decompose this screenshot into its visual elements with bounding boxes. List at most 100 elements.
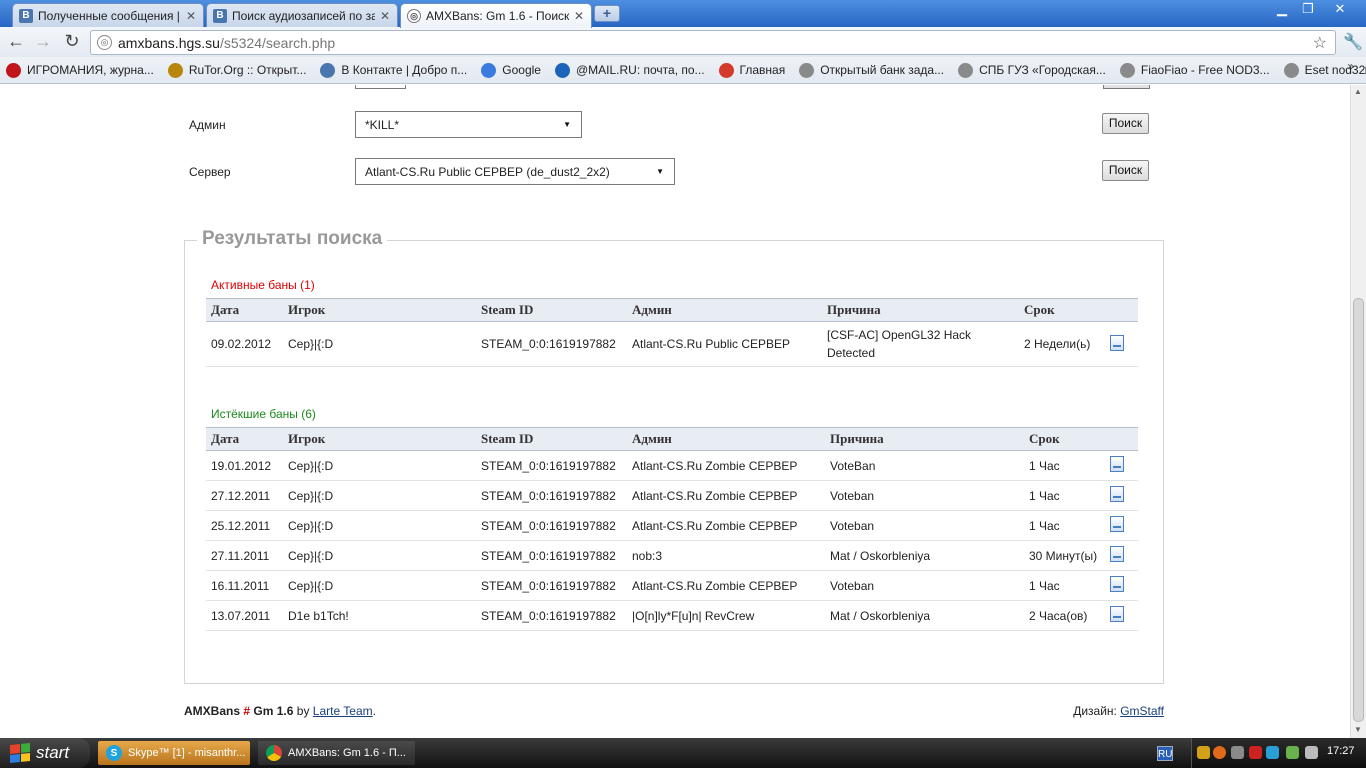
bookmarks-bar: ИГРОМАНИЯ, журна... RuTor.Org :: Открыт..… [0,57,1366,84]
bookmark-item[interactable]: FiaoFiao - Free NOD3... [1119,62,1270,78]
details-cell[interactable] [1105,480,1138,511]
filter-server-row: Сервер Atlant-CS.Ru Public СЕРВЕР (de_du… [189,158,1149,186]
tab-strip: B Полученные сообщения | 14 ✕ B Поиск ау… [0,0,1366,28]
table-row[interactable]: 13.07.2011 D1e b1Tch! STEAM_0:0:1619197882… [206,600,1138,631]
tray-app-icon[interactable] [1213,746,1226,759]
table-row[interactable]: 25.12.2011 Сер}|{:D STEAM_0:0:1619197882 At… [206,510,1138,541]
table-row[interactable]: 27.11.2011 Сер}|{:D STEAM_0:0:1619197882 no… [206,540,1138,571]
cutoff-select[interactable] [355,85,406,89]
tab-messages[interactable]: B Полученные сообщения | 14 ✕ [12,3,204,27]
page-viewport: Админ *KILL* ▼ Поиск Сервер Atlant-CS.Ru… [0,85,1350,738]
column-header: Дата [206,427,283,451]
minimize-button[interactable]: ▁ [1268,0,1296,18]
details-icon[interactable] [1110,576,1124,592]
bookmark-item[interactable]: Открытый банк зада... [799,62,944,78]
scroll-up-icon[interactable]: ▲ [1354,87,1362,96]
start-label: start [36,743,70,762]
start-button[interactable]: start [0,738,90,768]
details-icon[interactable] [1110,546,1124,562]
close-icon[interactable]: ✕ [573,9,585,23]
bookmark-label: ИГРОМАНИЯ, журна... [27,63,154,77]
bookmark-item[interactable]: RuTor.Org :: Открыт... [167,62,306,78]
bookmark-item[interactable]: Google [481,62,541,78]
back-button[interactable]: ← [4,30,28,54]
table-cell: 1 Час [1024,450,1105,481]
table-row[interactable]: 09.02.2012 Сер}|{:D STEAM_0:0:1619197882 At… [206,321,1138,367]
new-tab-button[interactable]: + [594,5,620,22]
server-search-button[interactable]: Поиск [1102,160,1149,181]
dropdown-arrow-icon: ▼ [656,167,664,176]
details-icon[interactable] [1110,456,1124,472]
globe-icon: ◎ [407,9,421,23]
tab-audio-search[interactable]: B Поиск аудиозаписей по запр ✕ [206,3,398,27]
table-cell: 27.11.2011 [206,540,283,571]
column-header: Steam ID [476,427,627,451]
scroll-down-icon[interactable]: ▼ [1354,725,1362,734]
wrench-icon[interactable]: 🔧 [1343,32,1363,52]
table-cell: Atlant-CS.Ru Zombie СЕРВЕР [627,450,825,481]
table-cell: Сер}|{:D [283,540,476,571]
close-icon[interactable]: ✕ [379,9,391,23]
table-header-row: Дата Игрок Steam ID Админ Причина Срок [206,298,1138,322]
bookmarks-more-button[interactable]: » [1347,59,1354,73]
igromania-icon [6,62,21,78]
table-cell: Atlant-CS.Ru Zombie СЕРВЕР [627,480,825,511]
rutor-icon [167,62,183,78]
tray-app-icon[interactable] [1249,746,1262,759]
reload-button[interactable]: ↻ [60,30,84,54]
table-cell: Mat / Oskorbleniya [825,600,1024,631]
table-cell: 27.12.2011 [206,480,283,511]
details-cell[interactable] [1105,510,1138,541]
page-footer: AMXBans # Gm 1.6 by Larte Team. Дизайн: … [184,704,1164,718]
design-link[interactable]: GmStaff [1120,704,1164,718]
taskbar-skype[interactable]: S Skype™ [1] - misanthr... [98,741,250,765]
printer-icon[interactable] [1305,746,1318,759]
table-row[interactable]: 19.01.2012 Сер}|{:D STEAM_0:0:1619197882 At… [206,450,1138,481]
details-cell[interactable] [1105,570,1138,601]
server-select[interactable]: Atlant-CS.Ru Public СЕРВЕР (de_dust2_2x2… [355,158,675,185]
skype-icon: S [106,745,122,761]
tray-app-icon[interactable] [1266,746,1279,759]
details-icon[interactable] [1110,486,1124,502]
admin-search-button[interactable]: Поиск [1102,113,1149,134]
cutoff-search-button[interactable] [1103,85,1150,89]
table-cell: STEAM_0:0:1619197882 [476,480,627,511]
details-icon[interactable] [1110,334,1124,351]
table-cell: Voteban [825,510,1024,541]
bookmark-item[interactable]: Главная [718,62,785,78]
details-cell[interactable] [1105,600,1138,631]
footer-version: Gm 1.6 [253,704,294,718]
close-icon[interactable]: ✕ [185,9,197,23]
page-scrollbar[interactable]: ▲ ▼ [1350,85,1366,738]
admin-select[interactable]: *KILL* ▼ [355,111,582,138]
taskbar-chrome[interactable]: AMXBans: Gm 1.6 - П... [258,741,415,765]
table-row[interactable]: 27.12.2011 Сер}|{:D STEAM_0:0:1619197882 At… [206,480,1138,511]
bookmark-item[interactable]: @MAIL.RU: почта, по... [554,62,705,78]
tray-app-icon[interactable] [1197,746,1210,759]
address-bar[interactable]: ◎ amxbans.hgs.su/s5324/search.php ☆ [90,30,1336,55]
language-indicator[interactable]: RU [1157,746,1173,761]
glavnaya-icon [718,62,734,78]
window-close-button[interactable]: ✕ [1326,0,1354,18]
bookmark-item[interactable]: ИГРОМАНИЯ, журна... [6,62,154,78]
details-cell[interactable] [1105,321,1138,367]
expired-bans-title: Истёкшие баны (6) [211,407,316,421]
table-cell: Сер}|{:D [283,480,476,511]
bookmark-label: СПБ ГУЗ «Городская... [979,63,1106,77]
bookmark-item[interactable]: В Контакте | Добро п... [320,62,468,78]
scrollbar-thumb[interactable] [1353,298,1364,722]
bookmark-label: В Контакте | Добро п... [341,63,468,77]
details-cell[interactable] [1105,450,1138,481]
forward-button[interactable]: → [31,30,55,54]
tray-app-icon[interactable] [1231,746,1244,759]
network-icon[interactable] [1286,746,1299,759]
details-icon[interactable] [1110,606,1124,622]
bookmark-star-icon[interactable]: ☆ [1313,33,1327,53]
restore-button[interactable]: ❐ [1294,0,1322,18]
table-row[interactable]: 16.11.2011 Сер}|{:D STEAM_0:0:1619197882 At… [206,570,1138,601]
details-cell[interactable] [1105,540,1138,571]
bookmark-item[interactable]: СПБ ГУЗ «Городская... [958,62,1106,78]
team-link[interactable]: Larte Team [313,704,373,718]
details-icon[interactable] [1110,516,1124,532]
tab-amxbans[interactable]: ◎ AMXBans: Gm 1.6 - Поиск ✕ [400,3,592,28]
